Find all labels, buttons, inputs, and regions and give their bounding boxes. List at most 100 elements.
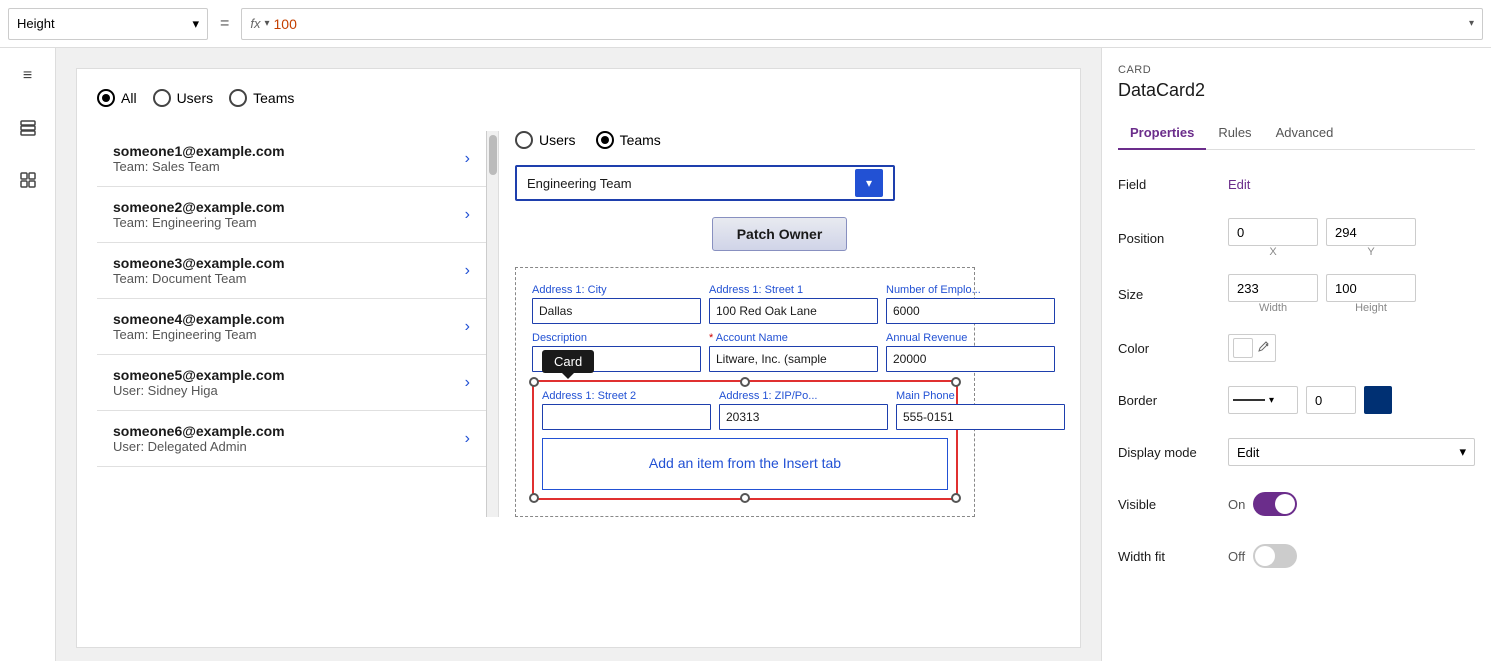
x-label: X xyxy=(1269,246,1276,258)
display-mode-chevron: ▾ xyxy=(1459,444,1466,460)
person-email-4: someone5@example.com xyxy=(113,367,465,383)
fields-grid: Address 1: City Address 1: Street 1 Numb… xyxy=(532,284,958,372)
handle-bl[interactable] xyxy=(529,493,539,503)
form-radio-teams[interactable]: Teams xyxy=(596,131,661,149)
form-panel: Users Teams Engineering Team ▾ xyxy=(499,131,1060,517)
person-team-3: Team: Engineering Team xyxy=(113,327,465,342)
size-row: Size Width Height xyxy=(1118,274,1475,314)
tab-properties[interactable]: Properties xyxy=(1118,117,1206,150)
field-input-5[interactable] xyxy=(886,346,1055,372)
person-team-1: Team: Engineering Team xyxy=(113,215,465,230)
visible-toggle-container: On xyxy=(1228,492,1297,516)
handle-br[interactable] xyxy=(951,493,961,503)
position-x-input[interactable] xyxy=(1228,218,1318,246)
width-label: Width xyxy=(1259,302,1287,314)
person-info-1: someone2@example.com Team: Engineering T… xyxy=(113,199,465,230)
person-item-4[interactable]: someone5@example.com User: Sidney Higa › xyxy=(97,355,486,411)
display-mode-row: Display mode Edit ▾ xyxy=(1118,434,1475,470)
patch-owner-container: Patch Owner xyxy=(515,217,1044,251)
field-group-7: Address 1: ZIP/Po... xyxy=(719,390,888,430)
size-height-input[interactable] xyxy=(1326,274,1416,302)
size-label: Size xyxy=(1118,287,1228,302)
field-label-3: Description xyxy=(532,332,701,344)
tab-advanced[interactable]: Advanced xyxy=(1264,117,1346,150)
height-label: Height xyxy=(1355,302,1387,314)
person-email-2: someone3@example.com xyxy=(113,255,465,271)
canvas-content: All Users Teams someone1@example.com T xyxy=(76,68,1081,648)
handle-tm[interactable] xyxy=(740,377,750,387)
border-style-chevron: ▾ xyxy=(1269,395,1274,406)
radio-users-circle xyxy=(153,89,171,107)
field-input-1[interactable] xyxy=(709,298,878,324)
person-item-0[interactable]: someone1@example.com Team: Sales Team › xyxy=(97,131,486,187)
border-label: Border xyxy=(1118,393,1228,408)
radio-teams[interactable]: Teams xyxy=(229,89,294,107)
radio-teams-circle xyxy=(229,89,247,107)
size-width-input[interactable] xyxy=(1228,274,1318,302)
top-bar: Height ▾ = fx ▾ 100 ▾ xyxy=(0,0,1491,48)
position-xy: X Y xyxy=(1228,218,1475,258)
person-team-0: Team: Sales Team xyxy=(113,159,465,174)
handle-tr[interactable] xyxy=(951,377,961,387)
fx-chevron-icon: ▾ xyxy=(264,18,269,29)
person-email-0: someone1@example.com xyxy=(113,143,465,159)
person-info-2: someone3@example.com Team: Document Team xyxy=(113,255,465,286)
insert-placeholder[interactable]: Add an item from the Insert tab xyxy=(542,438,948,490)
border-width-input[interactable] xyxy=(1306,386,1356,414)
display-mode-dropdown[interactable]: Edit ▾ xyxy=(1228,438,1475,466)
color-swatch-preview xyxy=(1233,338,1253,358)
visible-toggle[interactable] xyxy=(1253,492,1297,516)
visible-row: Visible On xyxy=(1118,486,1475,522)
color-picker-icon xyxy=(1257,341,1271,355)
props-tabs: Properties Rules Advanced xyxy=(1118,117,1475,150)
height-dropdown[interactable]: Height ▾ xyxy=(8,8,208,40)
radio-all[interactable]: All xyxy=(97,89,137,107)
card-title: DataCard2 xyxy=(1118,80,1475,101)
person-info-3: someone4@example.com Team: Engineering T… xyxy=(113,311,465,342)
patch-owner-button[interactable]: Patch Owner xyxy=(712,217,848,251)
canvas-area: All Users Teams someone1@example.com T xyxy=(56,48,1101,661)
equals-symbol: = xyxy=(216,15,233,33)
field-input-0[interactable] xyxy=(532,298,701,324)
position-y-input[interactable] xyxy=(1326,218,1416,246)
field-input-6[interactable] xyxy=(542,404,711,430)
fx-icon: fx xyxy=(250,16,260,31)
people-list: someone1@example.com Team: Sales Team › … xyxy=(97,131,487,517)
hamburger-icon[interactable]: ≡ xyxy=(12,60,44,92)
width-fit-off-label: Off xyxy=(1228,549,1245,564)
sidebar-icons: ≡ xyxy=(0,48,56,661)
radio-users[interactable]: Users xyxy=(153,89,214,107)
tab-rules[interactable]: Rules xyxy=(1206,117,1263,150)
field-input-2[interactable] xyxy=(886,298,1055,324)
border-color-swatch[interactable] xyxy=(1364,386,1392,414)
form-radio-users[interactable]: Users xyxy=(515,131,576,149)
formula-bar[interactable]: fx ▾ 100 ▾ xyxy=(241,8,1483,40)
layers-icon[interactable] xyxy=(12,112,44,144)
y-label: Y xyxy=(1367,246,1374,258)
grid-icon[interactable] xyxy=(12,164,44,196)
color-swatch-button[interactable] xyxy=(1228,334,1276,362)
size-width-pair: Width xyxy=(1228,274,1318,314)
handle-tl[interactable] xyxy=(529,377,539,387)
width-fit-toggle[interactable] xyxy=(1253,544,1297,568)
handle-bm[interactable] xyxy=(740,493,750,503)
person-email-3: someone4@example.com xyxy=(113,311,465,327)
person-item-2[interactable]: someone3@example.com Team: Document Team… xyxy=(97,243,486,299)
person-item-5[interactable]: someone6@example.com User: Delegated Adm… xyxy=(97,411,486,467)
position-x-pair: X xyxy=(1228,218,1318,258)
field-edit-link[interactable]: Edit xyxy=(1228,177,1250,192)
field-input-7[interactable] xyxy=(719,404,888,430)
team-dropdown[interactable]: Engineering Team ▾ xyxy=(515,165,895,201)
width-fit-label: Width fit xyxy=(1118,549,1228,564)
person-item-1[interactable]: someone2@example.com Team: Engineering T… xyxy=(97,187,486,243)
position-y-pair: Y xyxy=(1326,218,1416,258)
border-style-dropdown[interactable]: ▾ xyxy=(1228,386,1298,414)
team-dropdown-value: Engineering Team xyxy=(527,176,632,191)
field-input-8[interactable] xyxy=(896,404,1065,430)
color-row: Color xyxy=(1118,330,1475,366)
field-input-4[interactable] xyxy=(709,346,878,372)
scrollbar[interactable] xyxy=(487,131,499,517)
selected-card[interactable]: Card Address 1: Street 2 Address 1: ZIP xyxy=(532,380,958,500)
person-item-3[interactable]: someone4@example.com Team: Engineering T… xyxy=(97,299,486,355)
visible-label: Visible xyxy=(1118,497,1228,512)
